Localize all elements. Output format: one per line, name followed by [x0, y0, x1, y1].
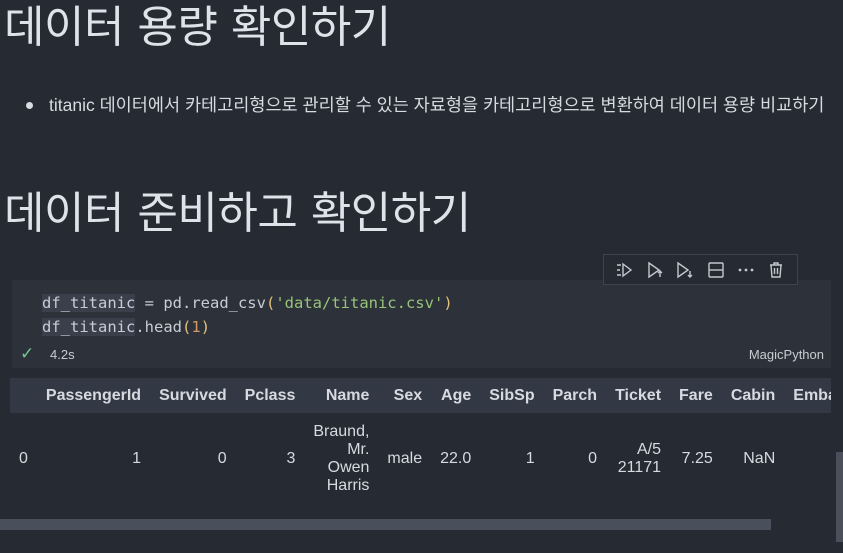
code-token: )	[443, 294, 453, 312]
notebook-page: 데이터 용량 확인하기 titanic 데이터에서 카테고리형으로 관리할 수 …	[0, 0, 843, 553]
column-header: Age	[441, 386, 472, 404]
column-header: Survived	[159, 386, 227, 404]
code-editor[interactable]: df_titanic = pd.read_csv('data/titanic.c…	[42, 291, 453, 339]
run-below-icon[interactable]	[673, 258, 697, 282]
column-header: Ticket	[615, 386, 662, 404]
column-header: SibSp	[489, 386, 535, 404]
table-cell: male	[387, 450, 423, 467]
column-header: Name	[325, 386, 370, 404]
code-token: df_titanic	[42, 318, 136, 336]
table-cell: 0	[217, 450, 227, 467]
table-cell: 22.0	[440, 450, 472, 467]
code-line-2: df_titanic.head(1)	[42, 318, 210, 336]
column-header: Pclass	[244, 386, 296, 404]
column-header: Parch	[552, 386, 598, 404]
table-body: 0 1 0 3 Braund, Mr. Owen Harris male 22.0 1 0 A/5…	[10, 413, 831, 505]
index-header	[10, 378, 37, 413]
table-cell: 1	[525, 450, 535, 467]
code-token: .head	[135, 318, 182, 336]
horizontal-scrollbar[interactable]	[0, 519, 771, 530]
run-cell-icon[interactable]	[643, 258, 667, 282]
code-token: )	[200, 318, 211, 336]
bullet-dot-icon	[26, 102, 33, 109]
heading-data-size: 데이터 용량 확인하기	[4, 2, 391, 53]
bullet-list: titanic 데이터에서 카테고리형으로 관리할 수 있는 자료형을 카테고리…	[26, 93, 841, 117]
code-token: 1	[191, 318, 201, 336]
code-line-1: df_titanic = pd.read_csv('data/titanic.c…	[42, 294, 453, 312]
heading-prepare-data: 데이터 준비하고 확인하기	[4, 188, 471, 239]
vertical-scrollbar[interactable]	[836, 452, 843, 542]
run-above-icon[interactable]	[613, 258, 637, 282]
column-header: PassengerId	[45, 386, 142, 404]
dataframe-table: PassengerId Survived Pclass Name Sex Age SibSp…	[10, 378, 831, 505]
language-mode-label[interactable]: MagicPython	[749, 347, 824, 362]
column-header: Cabin	[730, 386, 776, 404]
delete-icon[interactable]	[764, 258, 788, 282]
code-token: = pd.read_csv	[135, 294, 266, 312]
more-icon[interactable]	[734, 258, 758, 282]
column-header: Fare	[679, 386, 713, 404]
table-cell: A/5 21171	[617, 441, 662, 476]
code-cell[interactable]: df_titanic = pd.read_csv('data/titanic.c…	[12, 280, 831, 368]
column-header: Embarked	[793, 386, 831, 404]
row-index: 0	[19, 450, 28, 467]
table-cell: 3	[286, 450, 296, 467]
table-cell: 1	[132, 450, 142, 467]
column-header: Sex	[393, 386, 423, 404]
cell-output: PassengerId Survived Pclass Name Sex Age SibSp…	[10, 378, 831, 528]
table-cell: 0	[588, 450, 598, 467]
cell-toolbar	[603, 254, 798, 285]
success-check-icon: ✓	[20, 344, 35, 364]
table-cell: 7.25	[681, 450, 713, 467]
table-header: PassengerId Survived Pclass Name Sex Age SibSp…	[10, 378, 831, 413]
table-cell: Braund, Mr. Owen Harris	[313, 423, 370, 494]
table-header-row: PassengerId Survived Pclass Name Sex Age SibSp…	[10, 378, 831, 413]
code-token: 'data/titanic.csv'	[275, 294, 444, 312]
split-cell-icon[interactable]	[704, 258, 728, 282]
code-token: df_titanic	[42, 294, 136, 312]
bullet-text: titanic 데이터에서 카테고리형으로 관리할 수 있는 자료형을 카테고리…	[49, 95, 825, 115]
execution-time: 4.2s	[50, 347, 75, 362]
table-cell: S	[784, 413, 831, 505]
code-token: (	[182, 318, 192, 336]
code-token: (	[265, 294, 276, 312]
table-row: 0 1 0 3 Braund, Mr. Owen Harris male 22.0 1 0 A/5…	[10, 413, 831, 505]
table-cell: NaN	[743, 450, 776, 467]
